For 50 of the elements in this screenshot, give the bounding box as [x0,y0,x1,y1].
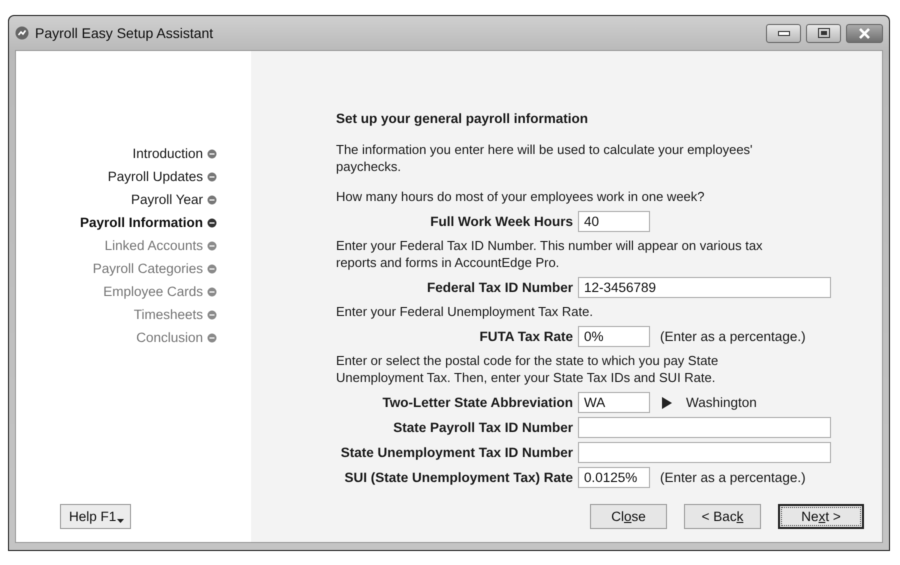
maximize-icon [818,28,830,38]
instruction-text: How many hours do most of your employees work in one week? [335,188,706,205]
input-field[interactable] [578,442,831,463]
maximize-button[interactable] [806,24,841,42]
instruction-text: Enter or select the postal code for the state to which you pay State Unemployment Tax. Then, enter your State Tax IDs and SUI Rate. [335,352,720,386]
section-heading: Set up your general payroll information [336,111,590,126]
window-title: Payroll Easy Setup Assistant [35,25,214,41]
step-dot-icon [207,172,217,182]
field-label: Federal Tax ID Number [426,280,573,295]
step-dot-icon [207,218,217,228]
input-field[interactable]: 40 [578,211,650,232]
step-dot-icon [207,310,217,320]
wizard-step[interactable]: Introduction [16,142,251,165]
nav-button[interactable]: Next > [778,504,864,528]
input-field[interactable]: 12-3456789 [578,277,831,298]
minimize-icon [778,30,790,36]
field-label: State Payroll Tax ID Number [392,420,573,435]
field-hint: (Enter as a percentage.) [660,470,806,485]
instruction-text: The information you enter here will be used to calculate your employees' paychecks. [335,141,754,175]
step-dot-icon [207,332,217,342]
lookup-arrow-icon[interactable] [662,396,672,408]
nav-button[interactable]: < Back [684,504,761,528]
instruction-text: Enter your Federal Tax ID Number. This number will appear on various tax reports and forms in AccountEdge Pro. [335,237,764,271]
close-icon [858,28,871,38]
input-field[interactable]: 0.0125% [578,467,650,488]
field-label: SUI (State Unemployment Tax) Rate [343,470,573,485]
state-name: Washington [686,395,757,410]
step-dot-icon [207,194,217,204]
field-label: State Unemployment Tax ID Number [340,445,573,460]
field-label: FUTA Tax Rate [478,329,573,344]
step-dot-icon [207,240,217,250]
input-field[interactable] [578,417,831,438]
field-hint: (Enter as a percentage.) [660,329,806,344]
wizard-step[interactable]: Payroll Year [16,188,251,211]
close-button[interactable] [846,24,883,42]
step-dot-icon [207,286,217,296]
wizard-step[interactable]: Payroll Updates [16,165,251,188]
app-icon [15,26,29,40]
step-dot-icon [207,148,217,158]
minimize-button[interactable] [766,24,801,42]
input-field[interactable]: WA [578,392,650,413]
help-button[interactable]: Help F1 [60,504,132,528]
wizard-step[interactable]: Payroll Information [16,211,251,234]
caret-icon [117,518,124,522]
step-dot-icon [207,264,217,274]
input-field[interactable]: 0% [578,326,650,347]
instruction-text: Enter your Federal Unemployment Tax Rate. [335,303,594,320]
field-label: Two-Letter State Abbreviation [381,395,573,410]
nav-button[interactable]: Close [590,504,667,528]
field-label: Full Work Week Hours [429,214,573,229]
